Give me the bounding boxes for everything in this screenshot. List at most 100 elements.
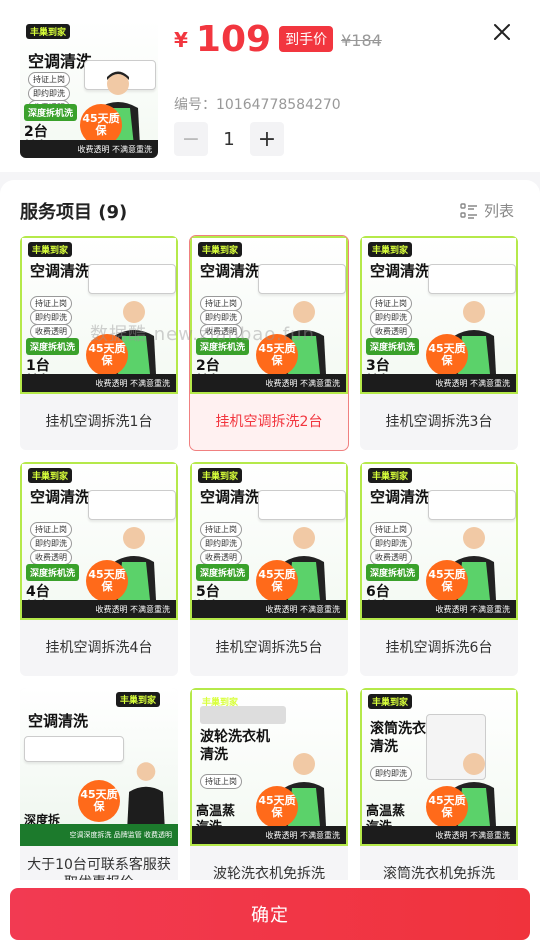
confirm-button[interactable]: 确定 <box>10 888 530 940</box>
deep-clean-tag: 深度拆机洗 <box>26 338 80 355</box>
service-card-image: 丰巢到家 滚筒洗衣机清洗 即约即洗 45天质保 高温蒸汽洗 收费透明 不满意重洗 <box>360 688 518 846</box>
feature-tag: 即约即洗 <box>30 310 72 325</box>
product-image: 丰巢到家 空调清洗 持证上岗 即约即洗 收费透明 深度拆机洗 45天质保 <box>360 236 518 394</box>
service-card-label: 挂机空调拆洗5台 <box>215 640 323 656</box>
decrease-quantity-button[interactable]: − <box>174 122 208 156</box>
feature-tag: 即约即洗 <box>370 310 412 325</box>
guarantee-badge: 45天质保 <box>426 786 468 828</box>
section-title: 服务项目 (9) <box>20 202 128 223</box>
feature-tag: 持证上岗 <box>370 296 412 311</box>
close-icon <box>494 24 510 40</box>
service-card-7[interactable]: 丰巢到家 空调清洗 45天质保 深度拆机洗 空调深度拆洗 品牌监管 收费透明 大… <box>20 688 178 902</box>
feature-tag: 收费透明 <box>200 550 242 565</box>
image-title: 空调清洗 <box>28 52 93 71</box>
brand-tag: 丰巢到家 <box>368 242 413 257</box>
image-footer-bar: 收费透明 不满意重洗 <box>192 826 346 844</box>
air-conditioner-illustration <box>428 264 516 294</box>
image-title: 空调清洗 <box>200 262 261 280</box>
service-card-image: 丰巢到家 波轮洗衣机清洗 持证上岗 45天质保 高温蒸汽洗 收费透明 不满意重洗 <box>190 688 348 846</box>
air-conditioner-illustration <box>24 736 124 762</box>
image-footer-bar: 收费透明 不满意重洗 <box>20 140 158 158</box>
confirm-bar: 确定 <box>0 880 540 946</box>
product-image: 丰巢到家 空调清洗 持证上岗 即约即洗 收费透明 深度拆机洗 45天质保 <box>20 236 178 394</box>
feature-tag: 收费透明 <box>30 550 72 565</box>
image-footer-bar: 收费透明 不满意重洗 <box>192 374 346 392</box>
feature-tag: 持证上岗 <box>200 522 242 537</box>
brand-tag: 丰巢到家 <box>26 24 71 39</box>
image-title: 空调清洗 <box>370 488 431 506</box>
brand-tag: 丰巢到家 <box>116 692 161 707</box>
service-card-image: 丰巢到家 空调清洗 持证上岗 即约即洗 收费透明 深度拆机洗 45天质保 <box>190 236 348 394</box>
service-card-label: 挂机空调拆洗1台 <box>45 414 153 430</box>
product-image: 丰巢到家 空调清洗 持证上岗 即约即洗 收费透明 深度拆机洗 45天质保 2台挂… <box>20 20 158 158</box>
washing-machine-illustration <box>200 706 286 724</box>
service-card-image: 丰巢到家 空调清洗 持证上岗 即约即洗 收费透明 深度拆机洗 45天质保 <box>20 236 178 394</box>
image-title: 空调清洗 <box>28 712 89 730</box>
feature-tag: 持证上岗 <box>370 522 412 537</box>
air-conditioner-illustration <box>428 490 516 520</box>
brand-tag: 丰巢到家 <box>368 694 413 709</box>
image-footer-bar: 收费透明 不满意重洗 <box>362 826 516 844</box>
list-view-icon <box>460 202 477 219</box>
image-title: 空调清洗 <box>370 262 431 280</box>
service-card-6[interactable]: 丰巢到家 空调清洗 持证上岗 即约即洗 收费透明 深度拆机洗 45天质保 6台 … <box>360 462 518 676</box>
image-footer-bar: 空调深度拆洗 品牌监管 收费透明 <box>20 824 178 846</box>
sku-label: 编号： <box>174 97 216 113</box>
feature-tag: 收费透明 <box>370 324 412 339</box>
service-card-label: 挂机空调拆洗6台 <box>385 640 493 656</box>
product-image: 丰巢到家 空调清洗 45天质保 深度拆机洗 空调深度拆洗 品牌监管 收费透明 <box>20 688 178 846</box>
image-title: 空调清洗 <box>30 488 91 506</box>
image-footer-bar: 收费透明 不满意重洗 <box>362 600 516 618</box>
product-header: 丰巢到家 空调清洗 持证上岗 即约即洗 收费透明 深度拆机洗 45天质保 2台挂… <box>0 0 540 172</box>
increase-quantity-button[interactable]: + <box>250 122 284 156</box>
service-card-label: 挂机空调拆洗2台 <box>215 414 323 430</box>
currency-symbol: ¥ <box>174 28 188 52</box>
price-value: 109 <box>195 19 272 60</box>
deep-clean-tag: 深度拆机洗 <box>26 564 80 581</box>
feature-tag: 即约即洗 <box>28 86 70 101</box>
image-footer-bar: 收费透明 不满意重洗 <box>22 600 176 618</box>
service-card-3[interactable]: 丰巢到家 空调清洗 持证上岗 即约即洗 收费透明 深度拆机洗 45天质保 3台 … <box>360 236 518 450</box>
product-image: 丰巢到家 波轮洗衣机清洗 持证上岗 45天质保 高温蒸汽洗 收费透明 不满意重洗 <box>190 688 348 846</box>
guarantee-badge: 45天质保 <box>86 560 128 602</box>
image-title: 空调清洗 <box>30 262 91 280</box>
feature-tag: 持证上岗 <box>200 774 242 789</box>
deep-clean-tag: 深度拆机洗 <box>366 564 420 581</box>
quantity-stepper: − 1 + <box>174 122 284 156</box>
feature-tag: 即约即洗 <box>30 536 72 551</box>
feature-tag: 持证上岗 <box>30 522 72 537</box>
guarantee-badge: 45天质保 <box>78 780 120 822</box>
product-image: 丰巢到家 空调清洗 持证上岗 即约即洗 收费透明 深度拆机洗 45天质保 <box>190 462 348 620</box>
feature-tag: 收费透明 <box>30 324 72 339</box>
service-card-label: 挂机空调拆洗4台 <box>45 640 153 656</box>
deep-clean-tag: 深度拆机洗 <box>196 564 250 581</box>
product-image: 丰巢到家 空调清洗 持证上岗 即约即洗 收费透明 深度拆机洗 45天质保 <box>190 236 348 394</box>
service-card-image: 丰巢到家 空调清洗 持证上岗 即约即洗 收费透明 深度拆机洗 45天质保 <box>360 236 518 394</box>
image-title: 空调清洗 <box>200 488 261 506</box>
brand-tag: 丰巢到家 <box>28 242 73 257</box>
close-button[interactable] <box>488 18 516 46</box>
guarantee-badge: 45天质保 <box>426 560 468 602</box>
deep-clean-tag: 深度拆机洗 <box>24 104 78 121</box>
feature-tag: 即约即洗 <box>370 766 412 781</box>
sku-selector-sheet: 丰巢到家 空调清洗 持证上岗 即约即洗 收费透明 深度拆机洗 45天质保 2台挂… <box>0 0 540 946</box>
product-thumbnail: 丰巢到家 空调清洗 持证上岗 即约即洗 收费透明 深度拆机洗 45天质保 2台挂… <box>20 20 158 158</box>
price-row: ¥ 109 到手价 ¥184 <box>174 20 382 60</box>
service-card-8[interactable]: 丰巢到家 波轮洗衣机清洗 持证上岗 45天质保 高温蒸汽洗 收费透明 不满意重洗 <box>190 688 348 902</box>
service-card-5[interactable]: 丰巢到家 空调清洗 持证上岗 即约即洗 收费透明 深度拆机洗 45天质保 5台 … <box>190 462 348 676</box>
quantity-value: 1 <box>223 128 235 150</box>
air-conditioner-illustration <box>258 264 346 294</box>
feature-tag: 即约即洗 <box>370 536 412 551</box>
list-view-label: 列表 <box>483 202 514 220</box>
service-card-4[interactable]: 丰巢到家 空调清洗 持证上岗 即约即洗 收费透明 深度拆机洗 45天质保 4台 … <box>20 462 178 676</box>
service-card-9[interactable]: 丰巢到家 滚筒洗衣机清洗 即约即洗 45天质保 高温蒸汽洗 收费透明 不满意重洗 <box>360 688 518 902</box>
image-footer-bar: 收费透明 不满意重洗 <box>362 374 516 392</box>
guarantee-badge: 45天质保 <box>256 560 298 602</box>
brand-tag: 丰巢到家 <box>198 242 243 257</box>
feature-tag: 收费透明 <box>370 550 412 565</box>
list-view-toggle[interactable]: 列表 <box>460 200 514 221</box>
brand-tag: 丰巢到家 <box>368 468 413 483</box>
product-image: 丰巢到家 空调清洗 持证上岗 即约即洗 收费透明 深度拆机洗 45天质保 <box>360 462 518 620</box>
feature-tag: 持证上岗 <box>200 296 242 311</box>
deep-clean-tag: 深度拆机洗 <box>366 338 420 355</box>
